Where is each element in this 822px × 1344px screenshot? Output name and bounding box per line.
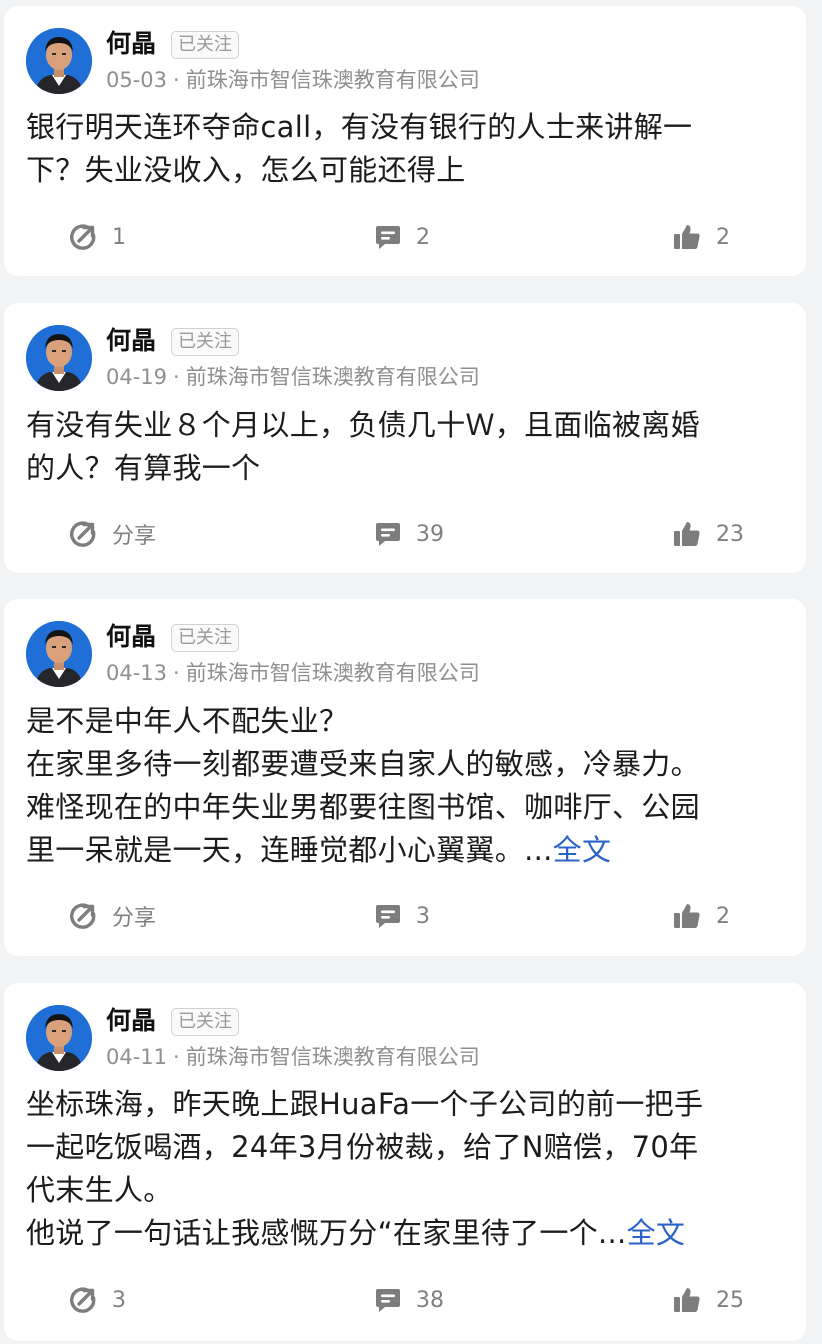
like-count: 2: [716, 903, 730, 929]
share-button[interactable]: 分享: [68, 899, 156, 933]
comment-count: 2: [416, 224, 430, 250]
post-text: 银行明天连环夺命call，有没有银行的人士来讲解一: [26, 110, 693, 144]
thumbs-up-icon: [672, 1285, 702, 1315]
share-label: 3: [112, 1287, 126, 1313]
thumbs-up-icon: [672, 901, 702, 931]
avatar[interactable]: [26, 1005, 92, 1071]
post-text: 里一呆就是一天，连睡觉都小心翼翼。...: [26, 833, 553, 867]
post-text-line: 银行明天连环夺命call，有没有银行的人士来讲解一: [26, 106, 788, 149]
share-button[interactable]: 3: [68, 1283, 126, 1317]
post-content[interactable]: 是不是中年人不配失业？ 在家里多待一刻都要遭受来自家人的敏感，冷暴力。 难怪现在的中…: [26, 700, 788, 872]
share-icon: [68, 519, 98, 549]
post-content[interactable]: 有没有失业８个月以上，负债几十Ｗ，且面临被离婚 的人？有算我一个: [26, 404, 788, 490]
post-card[interactable]: 何晶 已关注 05-03 · 前珠海市智信珠澳教育有限公司 银行明天连环夺命call…: [4, 6, 806, 276]
share-icon: [68, 1285, 98, 1315]
follow-status-badge[interactable]: 已关注: [171, 624, 239, 652]
avatar[interactable]: [26, 28, 92, 94]
comment-count: 3: [416, 903, 430, 929]
thumbs-up-icon: [672, 222, 702, 252]
avatar[interactable]: [26, 325, 92, 391]
like-button[interactable]: 23: [672, 517, 744, 551]
post-text-line: 代末生人。: [26, 1169, 788, 1212]
like-count: 2: [716, 224, 730, 250]
comment-icon: [372, 901, 402, 931]
read-full-text-link[interactable]: 全文: [627, 1216, 686, 1250]
comment-button[interactable]: 39: [372, 517, 444, 551]
comment-icon: [372, 1285, 402, 1315]
like-count: 23: [716, 521, 744, 547]
author-company: 前珠海市智信珠澳教育有限公司: [185, 1045, 480, 1069]
author-name[interactable]: 何晶: [106, 621, 156, 653]
post-text: 坐标珠海，昨天晚上跟HuaFa一个子公司的前一把手: [26, 1087, 704, 1121]
post-text: 的人？有算我一个: [26, 451, 261, 485]
post-text: 在家里多待一刻都要遭受来自家人的敏感，冷暴力。: [26, 747, 700, 781]
thumbs-up-icon: [672, 519, 702, 549]
share-label: 1: [112, 224, 126, 250]
author-name[interactable]: 何晶: [106, 1005, 156, 1037]
post-card[interactable]: 何晶 已关注 04-19 · 前珠海市智信珠澳教育有限公司 有没有失业８个月以上，负…: [4, 303, 806, 573]
comment-button[interactable]: 2: [372, 220, 430, 254]
post-date: 04-19: [106, 365, 168, 389]
post-content[interactable]: 坐标珠海，昨天晚上跟HuaFa一个子公司的前一把手 一起吃饭喝酒，24年3月份被裁…: [26, 1083, 788, 1255]
author-company: 前珠海市智信珠澳教育有限公司: [185, 68, 480, 92]
post-meta: 04-19 · 前珠海市智信珠澳教育有限公司: [106, 363, 480, 391]
post-text-line: 难怪现在的中年失业男都要往图书馆、咖啡厅、公园: [26, 786, 788, 829]
like-count: 25: [716, 1287, 744, 1313]
comment-button[interactable]: 38: [372, 1283, 444, 1317]
follow-status-badge[interactable]: 已关注: [171, 328, 239, 356]
post-text-line: 一起吃饭喝酒，24年3月份被裁，给了N赔偿，70年: [26, 1126, 788, 1169]
post-date: 05-03: [106, 68, 168, 92]
post-text-line: 下？失业没收入，怎么可能还得上: [26, 149, 788, 192]
post-text: 代末生人。: [26, 1173, 173, 1207]
meta-separator: ·: [173, 661, 180, 685]
post-text: 一起吃饭喝酒，24年3月份被裁，给了N赔偿，70年: [26, 1130, 699, 1164]
read-full-text-link[interactable]: 全文: [553, 833, 612, 867]
post-meta: 04-11 · 前珠海市智信珠澳教育有限公司: [106, 1043, 480, 1071]
meta-separator: ·: [173, 365, 180, 389]
comment-count: 39: [416, 521, 444, 547]
post-text: 他说了一句话让我感慨万分“在家里待了一个...: [26, 1216, 627, 1250]
like-button[interactable]: 25: [672, 1283, 744, 1317]
post-text-line: 有没有失业８个月以上，负债几十Ｗ，且面临被离婚: [26, 404, 788, 447]
post-date: 04-13: [106, 661, 168, 685]
follow-status-badge[interactable]: 已关注: [171, 1008, 239, 1036]
author-company: 前珠海市智信珠澳教育有限公司: [185, 365, 480, 389]
meta-separator: ·: [173, 1045, 180, 1069]
share-icon: [68, 222, 98, 252]
post-text-line: 在家里多待一刻都要遭受来自家人的敏感，冷暴力。: [26, 743, 788, 786]
share-label: 分享: [112, 524, 157, 549]
comment-count: 38: [416, 1287, 444, 1313]
post-text-line: 里一呆就是一天，连睡觉都小心翼翼。...全文: [26, 829, 788, 872]
comment-icon: [372, 222, 402, 252]
post-meta: 04-13 · 前珠海市智信珠澳教育有限公司: [106, 659, 480, 687]
post-meta: 05-03 · 前珠海市智信珠澳教育有限公司: [106, 66, 480, 94]
like-button[interactable]: 2: [672, 899, 730, 933]
post-content[interactable]: 银行明天连环夺命call，有没有银行的人士来讲解一 下？失业没收入，怎么可能还得上: [26, 106, 788, 192]
post-text: 难怪现在的中年失业男都要往图书馆、咖啡厅、公园: [26, 790, 700, 824]
like-button[interactable]: 2: [672, 220, 730, 254]
author-name[interactable]: 何晶: [106, 28, 156, 60]
author-name[interactable]: 何晶: [106, 325, 156, 357]
post-text: 有没有失业８个月以上，负债几十Ｗ，且面临被离婚: [26, 408, 700, 442]
post-text: 是不是中年人不配失业？: [26, 704, 349, 738]
post-date: 04-11: [106, 1045, 168, 1069]
post-text-line: 他说了一句话让我感慨万分“在家里待了一个...全文: [26, 1212, 788, 1255]
follow-status-badge[interactable]: 已关注: [171, 31, 239, 59]
share-icon: [68, 901, 98, 931]
post-card[interactable]: 何晶 已关注 04-13 · 前珠海市智信珠澳教育有限公司 是不是中年人不配失业？ 在…: [4, 599, 806, 956]
share-button[interactable]: 1: [68, 220, 126, 254]
post-text: 下？失业没收入，怎么可能还得上: [26, 153, 466, 187]
comment-icon: [372, 519, 402, 549]
post-text-line: 是不是中年人不配失业？: [26, 700, 788, 743]
post-text-line: 坐标珠海，昨天晚上跟HuaFa一个子公司的前一把手: [26, 1083, 788, 1126]
post-card[interactable]: 何晶 已关注 04-11 · 前珠海市智信珠澳教育有限公司 坐标珠海，昨天晚上跟Hu…: [4, 983, 806, 1341]
share-label: 分享: [112, 906, 157, 931]
author-company: 前珠海市智信珠澳教育有限公司: [185, 661, 480, 685]
share-button[interactable]: 分享: [68, 517, 156, 551]
comment-button[interactable]: 3: [372, 899, 430, 933]
avatar[interactable]: [26, 621, 92, 687]
meta-separator: ·: [173, 68, 180, 92]
post-text-line: 的人？有算我一个: [26, 447, 788, 490]
